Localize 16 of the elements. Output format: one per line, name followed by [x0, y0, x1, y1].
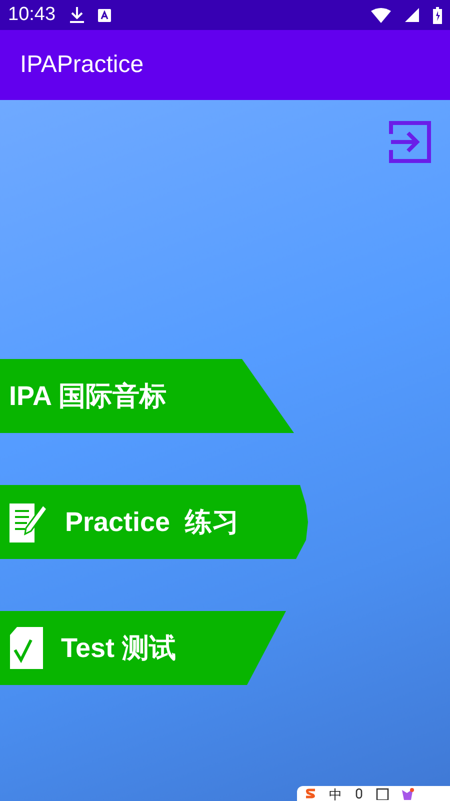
language-toggle[interactable]: 中: [329, 788, 342, 801]
wifi-icon: [371, 8, 391, 22]
status-time: 10:43: [8, 4, 56, 26]
menu-button[interactable]: Practice 练习: [0, 485, 310, 559]
app-notification-icon: [98, 8, 111, 22]
battery-icon: [433, 6, 442, 24]
exit-icon[interactable]: [388, 120, 432, 164]
menu-button[interactable]: Test 测试: [0, 611, 286, 685]
pencil-paper-icon: [9, 501, 49, 543]
colorful-app-icon[interactable]: [401, 788, 414, 800]
squiggle-logo-icon: [305, 788, 317, 799]
download-icon: [70, 7, 84, 23]
signal-icon: [405, 8, 419, 22]
graded-paper-icon: [9, 626, 45, 670]
menu-button[interactable]: IPA 国际音标: [0, 359, 294, 433]
app-title: IPAPractice: [20, 51, 144, 79]
